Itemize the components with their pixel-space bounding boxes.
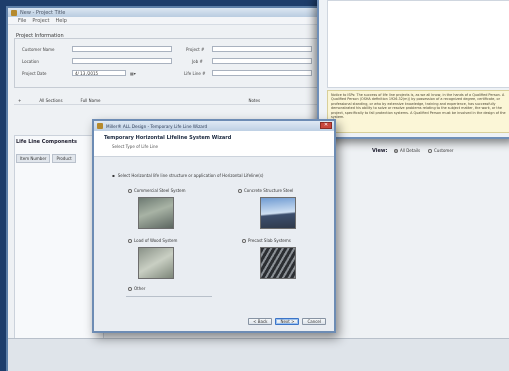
app-icon xyxy=(11,9,17,16)
view-all-details-label: All Details xyxy=(400,148,421,153)
wizard-title: Miller® ALL Design - Temporary Life Line… xyxy=(106,123,208,129)
components-label: Life Line Components xyxy=(16,139,78,145)
status-strip xyxy=(8,338,509,371)
wood-system-image[interactable] xyxy=(138,247,174,279)
life-line-number-field[interactable] xyxy=(212,70,312,76)
tree-header-row[interactable]: + All Sections Full Name Notes xyxy=(14,96,324,105)
radio-icon[interactable] xyxy=(394,148,398,153)
location-label: Location xyxy=(22,59,39,64)
window-title: New - Project Title xyxy=(20,9,66,16)
project-date-label: Project Date xyxy=(22,71,47,76)
wizard-app-icon xyxy=(97,123,103,129)
customer-name-label: Customer Name xyxy=(22,47,55,52)
project-date-field[interactable]: 4/ 13 /2015 xyxy=(72,70,126,76)
view-customer-label: Customer xyxy=(434,148,454,153)
life-line-number-label: Life Line # xyxy=(184,71,206,76)
option-wood-label: Load of Wood System xyxy=(134,238,178,243)
wizard-instruction: ▪ Select Horizontal life line structure … xyxy=(112,173,263,178)
option-commercial[interactable]: Commercial Steel System xyxy=(128,188,186,193)
wizard-buttons: < Back Next > Cancel xyxy=(248,318,326,325)
option-wood[interactable]: Load of Wood System xyxy=(128,238,177,243)
radio-icon[interactable] xyxy=(428,148,432,153)
option-other[interactable]: Other xyxy=(128,286,145,291)
help-panel: Notice to ISPs: The success of life line… xyxy=(317,0,509,139)
job-number-label: Job # xyxy=(192,59,203,64)
help-preview xyxy=(327,0,509,88)
job-number-field[interactable] xyxy=(212,58,312,64)
concrete-structure-image[interactable] xyxy=(260,197,296,229)
close-button[interactable]: ✕ xyxy=(320,122,332,129)
wizard-heading: Temporary Horizontal Lifeline System Wiz… xyxy=(104,135,232,141)
option-roof-label: Precast Slab Systems xyxy=(248,238,291,243)
radio-icon[interactable] xyxy=(128,286,132,291)
column-item-number[interactable]: Item Number xyxy=(16,154,51,163)
back-button[interactable]: < Back xyxy=(248,318,273,325)
wizard-subheading: Select Type of Life Line xyxy=(112,144,159,149)
view-label: View: xyxy=(372,148,388,154)
next-button[interactable]: Next > xyxy=(275,318,300,325)
components-panel xyxy=(14,135,104,355)
instruction-text: Select Horizontal life line structure or… xyxy=(117,173,264,178)
customer-name-field[interactable] xyxy=(72,46,172,52)
expand-icon[interactable]: + xyxy=(18,98,21,103)
components-columns: Item Number Product xyxy=(16,154,76,163)
option-roof[interactable]: Precast Slab Systems xyxy=(242,238,291,243)
option-concrete-label: Concrete Structure Steel xyxy=(244,188,294,193)
calendar-icon[interactable]: ▦▾ xyxy=(130,71,136,76)
menu-file[interactable]: File xyxy=(18,18,26,24)
radio-icon[interactable] xyxy=(238,188,242,193)
tree-item[interactable]: All Sections xyxy=(39,98,62,103)
wizard-body: ▪ Select Horizontal life line structure … xyxy=(100,161,328,309)
radio-icon[interactable] xyxy=(242,238,246,243)
project-number-label: Project # xyxy=(186,47,205,52)
radio-icon[interactable] xyxy=(128,188,132,193)
column-product[interactable]: Product xyxy=(52,154,76,163)
roof-system-image[interactable] xyxy=(260,247,296,279)
menu-project[interactable]: Project xyxy=(32,18,49,24)
tree-notes: Notes xyxy=(248,97,261,103)
menu-help[interactable]: Help xyxy=(55,18,66,24)
option-commercial-label: Commercial Steel System xyxy=(134,188,186,193)
project-number-field[interactable] xyxy=(212,46,312,52)
option-concrete[interactable]: Concrete Structure Steel xyxy=(238,188,293,193)
wizard-header: Temporary Horizontal Lifeline System Wiz… xyxy=(94,131,334,157)
help-note: Notice to ISPs: The success of life line… xyxy=(327,90,509,133)
info-icon: ▪ xyxy=(112,173,115,178)
wizard-titlebar: Miller® ALL Design - Temporary Life Line… xyxy=(94,121,334,131)
wizard-dialog: Miller® ALL Design - Temporary Life Line… xyxy=(92,119,336,333)
location-field[interactable] xyxy=(72,58,172,64)
tree-column: Full Name xyxy=(80,97,101,103)
option-other-label: Other xyxy=(134,286,146,291)
radio-icon[interactable] xyxy=(128,238,132,243)
cancel-button[interactable]: Cancel xyxy=(302,318,326,325)
commercial-steel-image[interactable] xyxy=(138,197,174,229)
view-all-details[interactable]: All Details xyxy=(394,148,420,153)
other-input[interactable] xyxy=(126,296,212,297)
view-customer[interactable]: Customer xyxy=(428,148,453,153)
